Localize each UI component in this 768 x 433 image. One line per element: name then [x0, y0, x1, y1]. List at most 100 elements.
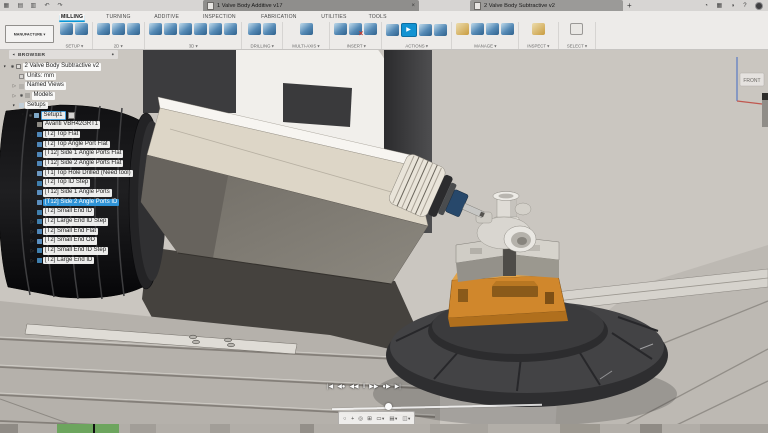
- pan-icon[interactable]: +: [351, 416, 354, 421]
- visibility-eye-icon[interactable]: ◉: [10, 64, 14, 69]
- step-forward-button[interactable]: ▶▶: [369, 383, 378, 391]
- tree-item-label[interactable]: [T2] Top Flat: [43, 131, 80, 139]
- toolbar-group-label[interactable]: SETUP ▾: [65, 44, 83, 49]
- tree-item-label[interactable]: [T2] Large End ID: [43, 257, 94, 265]
- browser-options-icon[interactable]: ●: [112, 52, 115, 56]
- tool-library-icon[interactable]: [456, 23, 469, 35]
- browser-header[interactable]: ◂ BROWSER ●: [9, 50, 118, 59]
- fit-icon[interactable]: ⊞: [368, 415, 373, 421]
- 3d-pocket-icon[interactable]: [164, 23, 177, 35]
- generate-icon[interactable]: [386, 24, 399, 36]
- tree-item-label[interactable]: Models: [32, 92, 55, 100]
- tree-item-label[interactable]: Setup1: [41, 111, 66, 121]
- tab-fabrication[interactable]: FABRICATION: [259, 13, 298, 20]
- tab-additive[interactable]: ADDITIVE: [152, 13, 180, 20]
- new-document-tab-button[interactable]: +: [627, 1, 632, 10]
- skip-to-end-button[interactable]: ▶|: [395, 383, 401, 391]
- expand-arrow-icon[interactable]: ▷: [13, 94, 17, 99]
- 2d-contour-icon[interactable]: [127, 23, 140, 35]
- orbit-icon[interactable]: ○: [343, 416, 346, 421]
- zoom-icon[interactable]: ◎: [358, 415, 363, 421]
- expand-arrow-icon[interactable]: ▷: [13, 84, 17, 89]
- tree-item-label[interactable]: Setups: [25, 102, 48, 110]
- job-status-icon[interactable]: ◔: [704, 3, 708, 9]
- avatar[interactable]: [755, 2, 763, 10]
- tree-item-label[interactable]: [T2] Small End Flat: [43, 228, 98, 236]
- document-tab[interactable]: 2 Valve Body Subtractive v2: [470, 0, 623, 11]
- expand-arrow-icon[interactable]: ▶: [31, 191, 35, 195]
- expand-arrow-icon[interactable]: ▶: [31, 142, 35, 146]
- tree-item-label[interactable]: [T2] Top Angle Port Flat: [43, 141, 110, 149]
- toolbar-group-label[interactable]: INSPECT ▾: [528, 44, 550, 49]
- new-setup-icon[interactable]: [60, 23, 73, 35]
- tree-item-label[interactable]: [T2] Small End ID Step: [43, 247, 108, 255]
- expand-arrow-icon[interactable]: ▷: [31, 249, 35, 254]
- slider-handle[interactable]: [385, 403, 392, 410]
- tree-item-label[interactable]: [T2] Large End ID Step: [43, 218, 108, 226]
- visibility-eye-icon[interactable]: ◉: [19, 93, 23, 98]
- next-operation-button[interactable]: ●▶: [382, 383, 390, 391]
- task-manager-icon[interactable]: [471, 23, 484, 35]
- toolbar-group-label[interactable]: 3D ▾: [189, 44, 198, 49]
- toolbar-group-label[interactable]: ACTIONS ▾: [405, 44, 428, 49]
- tab-utilities[interactable]: UTILITIES: [319, 13, 348, 20]
- bore-icon[interactable]: [263, 23, 276, 35]
- expand-arrow-icon[interactable]: ▶: [31, 133, 35, 137]
- tool-pair-icon[interactable]: [364, 23, 377, 35]
- tree-item-label[interactable]: [T2] Small End ID: [43, 208, 94, 216]
- drill-icon[interactable]: [248, 23, 261, 35]
- tree-item-label[interactable]: Named Views: [25, 82, 66, 90]
- tree-item-label[interactable]: 2 Valve Body Subtractive v2: [23, 63, 102, 71]
- tab-turning[interactable]: TURNING: [105, 13, 133, 20]
- nc-program-icon[interactable]: [486, 23, 499, 35]
- remove-tool-icon[interactable]: [349, 23, 362, 35]
- tree-item-label[interactable]: [T12] Side 1 Angle Ports: [43, 189, 112, 197]
- measure-icon[interactable]: [532, 23, 545, 35]
- stock-icon[interactable]: [75, 23, 88, 35]
- expand-arrow-icon[interactable]: ▶: [31, 152, 35, 156]
- visibility-eye-icon[interactable]: ◉: [28, 113, 32, 118]
- browser-collapse-icon[interactable]: ◂: [12, 52, 14, 57]
- close-tab-icon[interactable]: ×: [411, 3, 415, 9]
- notifications-icon[interactable]: ◗: [731, 3, 735, 9]
- toolbar-group-label[interactable]: 2D ▾: [114, 44, 123, 49]
- expand-arrow-icon[interactable]: ▶: [31, 181, 35, 185]
- simulate-machine-icon[interactable]: [401, 23, 417, 37]
- tree-item-label[interactable]: Units: mm: [25, 73, 56, 81]
- expand-arrow-icon[interactable]: ▷: [31, 258, 35, 263]
- grid-settings-icon[interactable]: ▤▾: [390, 415, 398, 421]
- templates-icon[interactable]: [501, 23, 514, 35]
- tree-item-label[interactable]: [T12] Side 1 Angle Ports Flat: [43, 150, 123, 158]
- expand-arrow-icon[interactable]: ▶: [31, 210, 35, 214]
- 3d-parallel-icon[interactable]: [194, 23, 207, 35]
- select-icon[interactable]: [570, 23, 583, 35]
- tab-inspection[interactable]: INSPECTION: [201, 13, 237, 20]
- 3d-contour-icon[interactable]: [179, 23, 192, 35]
- 2d-pocket-icon[interactable]: [112, 23, 125, 35]
- tree-item-label[interactable]: [T12] Side 2 Angle Ports ID: [43, 199, 119, 207]
- save-icon[interactable]: ▥: [31, 3, 37, 9]
- display-settings-icon[interactable]: ▭▾: [377, 415, 385, 421]
- tree-item-label[interactable]: [T2] Top ID Step: [43, 179, 90, 187]
- toolbar-group-label[interactable]: MULTI-AXIS ▾: [293, 44, 320, 49]
- tree-item-label[interactable]: [T12] Side 2 Angle Ports Flat: [43, 160, 123, 168]
- previous-operation-button[interactable]: ◀●: [337, 383, 345, 391]
- progress-segment[interactable]: [57, 424, 119, 433]
- 3d-spiral-icon[interactable]: [224, 23, 237, 35]
- step-back-button[interactable]: ◀◀: [349, 383, 358, 391]
- app-grid-icon[interactable]: ▦: [3, 3, 9, 9]
- expand-arrow-icon[interactable]: ▷: [31, 220, 35, 225]
- toolbar-group-label[interactable]: MANAGE ▾: [474, 44, 496, 49]
- workspace-selector[interactable]: MANUFACTURE ▾: [5, 25, 54, 43]
- expand-arrow-icon[interactable]: ▾: [4, 65, 8, 69]
- expand-arrow-icon[interactable]: ▶: [31, 162, 35, 166]
- document-tab[interactable]: 1 Valve Body Additive v17×: [203, 0, 419, 11]
- tree-item-label[interactable]: [T1] Top Hole Drilled (Need tool): [43, 170, 133, 178]
- extensions-icon[interactable]: ▦: [717, 3, 723, 9]
- 3d-scallop-icon[interactable]: [209, 23, 222, 35]
- 2d-face-icon[interactable]: [97, 23, 110, 35]
- expand-arrow-icon[interactable]: ▷: [31, 239, 35, 244]
- insert-tool-icon[interactable]: [334, 23, 347, 35]
- redo-icon[interactable]: ↷: [57, 3, 62, 9]
- tree-item-label[interactable]: Avanti VBH42GRT1: [43, 121, 100, 129]
